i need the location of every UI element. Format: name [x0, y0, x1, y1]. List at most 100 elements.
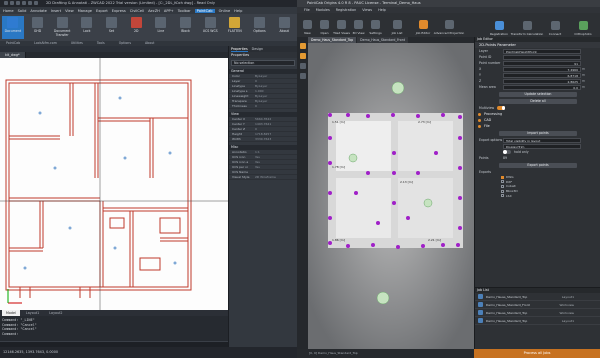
cad-menu-item[interactable]: Home: [3, 9, 14, 13]
layer-select[interactable]: PointCabHeightPoint: [503, 48, 581, 54]
cad-menu-item[interactable]: CivilCell: [130, 9, 144, 13]
ribbon-button[interactable]: Document Transfer: [51, 16, 73, 39]
select-tool-icon[interactable]: [299, 43, 306, 49]
save-icon[interactable]: [16, 1, 20, 5]
export-options-select[interactable]: Total visibility in layout: [503, 137, 581, 143]
ribbon-button[interactable]: Document: [2, 16, 24, 39]
ribbon-button[interactable]: GHD: [27, 16, 49, 39]
pc-toolbar-button[interactable]: Open: [316, 14, 333, 36]
cad-menu-item[interactable]: Solid: [18, 9, 27, 13]
pc-toolbar-button[interactable]: New: [299, 14, 316, 36]
multiview-label: Multiview: [479, 106, 495, 110]
cad-menu-item[interactable]: APP+: [164, 9, 174, 13]
interior-walls: [9, 83, 188, 287]
pc-toolbar-button[interactable]: 3D View: [350, 14, 367, 36]
ribbon-button[interactable]: FLATTEN: [224, 16, 246, 39]
cad-menu-item[interactable]: Export: [96, 9, 108, 13]
ribbon-button[interactable]: About: [273, 16, 295, 39]
export-points-button[interactable]: Export points: [499, 163, 577, 168]
line-icon: [155, 17, 167, 28]
cad-menu-item[interactable]: Insert: [51, 9, 61, 13]
job-row[interactable]: Demo_Hauss_Standard_Top Layout1: [475, 317, 600, 325]
property-row[interactable]: Thickness 0: [229, 104, 297, 109]
checkbox-icon: [501, 184, 504, 188]
cad-menu-item[interactable]: Express: [112, 9, 126, 13]
redo-icon[interactable]: [28, 1, 32, 5]
ucs-icon: [204, 17, 216, 28]
new-file-icon[interactable]: [4, 1, 8, 5]
ribbon-button[interactable]: Block: [175, 16, 197, 39]
property-name: UCS icon a: [232, 160, 249, 164]
pointnum-input[interactable]: 91: [503, 60, 581, 66]
mean-area-input[interactable]: 0.0: [503, 84, 581, 90]
cad-menu-item[interactable]: Help: [234, 9, 242, 13]
pc-toolbar-button[interactable]: Tiled Views: [333, 14, 350, 36]
points-row: Points 89: [475, 155, 600, 161]
job-row[interactable]: Demo_Hauss_Standard_Top Layout1: [475, 293, 600, 301]
process-all-jobs-button[interactable]: Process all Jobs: [474, 349, 600, 358]
undo-icon[interactable]: [22, 1, 26, 5]
pc-toolbar-button[interactable]: Transform Calculation: [511, 15, 543, 37]
cad-status-bar: 12146.2635, 1393.7643, 0.0000: [0, 347, 297, 358]
pc-toolbar-button[interactable]: Registration: [486, 15, 512, 37]
pc-title: PointCab Origins 4.0 R 8 - PAUC License …: [307, 1, 421, 5]
pc-toolbar-button[interactable]: Advanced Projection: [434, 14, 464, 36]
3d-view-icon: [354, 20, 363, 29]
cad-drawing-area[interactable]: [0, 58, 228, 310]
y-input[interactable]: 6.8718: [503, 72, 581, 78]
zoom-tool-icon[interactable]: [299, 73, 306, 79]
ribbon-button[interactable]: Line: [150, 16, 172, 39]
update-selection-button[interactable]: Update selection: [499, 92, 577, 97]
room-area: [398, 178, 453, 238]
property-row[interactable]: Visual Style 2D Wireframe: [229, 175, 297, 180]
cad-menu-item[interactable]: Online: [219, 9, 231, 13]
height-point: [38, 111, 42, 115]
cad-ribbon: Document GHD Document Transfer Lock Set 2D Lin…: [0, 14, 297, 41]
mean-area-label: Mean area: [479, 85, 496, 89]
pointid-input[interactable]: [503, 54, 581, 60]
cad-label: CAD: [484, 118, 492, 122]
property-row[interactable]: Width 3330.7643: [229, 137, 297, 142]
delete-all-button[interactable]: Delete all: [499, 99, 577, 104]
export-format-select[interactable]: Display/Trim: [503, 143, 581, 149]
measure-tool-icon[interactable]: [299, 63, 306, 69]
open-file-icon[interactable]: [10, 1, 14, 5]
cad-menu-item[interactable]: View: [65, 9, 74, 13]
file-group[interactable]: File: [475, 123, 600, 129]
pc-toolbar-button[interactable]: Connect: [542, 15, 568, 37]
cad-menu-item[interactable]: AecZH: [148, 9, 160, 13]
job-row[interactable]: Demo_Hauss_Standard_Top Workview: [475, 309, 600, 317]
ribbon-button[interactable]: Set: [101, 16, 123, 39]
ribbon-button[interactable]: Lock: [76, 16, 98, 39]
ribbon-button-label: Document Transfer: [53, 29, 71, 37]
z-input[interactable]: 2.8625: [503, 78, 581, 84]
ribbon-button[interactable]: UCS WCS: [199, 16, 221, 39]
export-type-label: Cobalt: [506, 184, 516, 189]
pointcloud-viewport[interactable]: 1.51 [m] 2.73 [m] 1.78 [m] 2.13 [m] 1.86…: [308, 43, 474, 349]
pc-toolbar-button[interactable]: Job List: [384, 14, 410, 36]
ribbon-button[interactable]: 2D: [125, 16, 147, 39]
multiview-switch[interactable]: [497, 106, 506, 110]
ribbon-button-label: Document: [4, 29, 22, 33]
print-icon[interactable]: [34, 1, 38, 5]
import-points-button[interactable]: Import points: [499, 131, 577, 136]
x-input[interactable]: 7.4960: [503, 66, 581, 72]
y-unit: m: [582, 73, 586, 77]
pc-toolbar-button[interactable]: Settings: [367, 14, 384, 36]
cad-menu-item[interactable]: Annotate: [30, 9, 46, 13]
cad-menu-item[interactable]: PointCab: [194, 8, 215, 13]
tiled-views-icon: [337, 20, 346, 29]
height-point: [118, 96, 122, 100]
hold-only-switch[interactable]: [503, 150, 511, 154]
job-row[interactable]: Demo_Hauss_Standard_Front Workview: [475, 301, 600, 309]
properties-tab[interactable]: Design: [252, 46, 263, 52]
move-tool-icon[interactable]: [299, 53, 306, 59]
export-type-checkbox[interactable]: LSX: [475, 193, 600, 198]
pc-toolbar-button[interactable]: Job Editor: [410, 14, 436, 36]
cad-menu-item[interactable]: Manage: [78, 9, 92, 13]
job-icon: [478, 310, 483, 315]
cad-menu-item[interactable]: Toolbar: [178, 9, 191, 13]
selection-dropdown[interactable]: No selection: [231, 60, 295, 66]
ribbon-button[interactable]: Options: [249, 16, 271, 39]
pc-toolbar-button[interactable]: Orthophoto: [570, 15, 596, 37]
